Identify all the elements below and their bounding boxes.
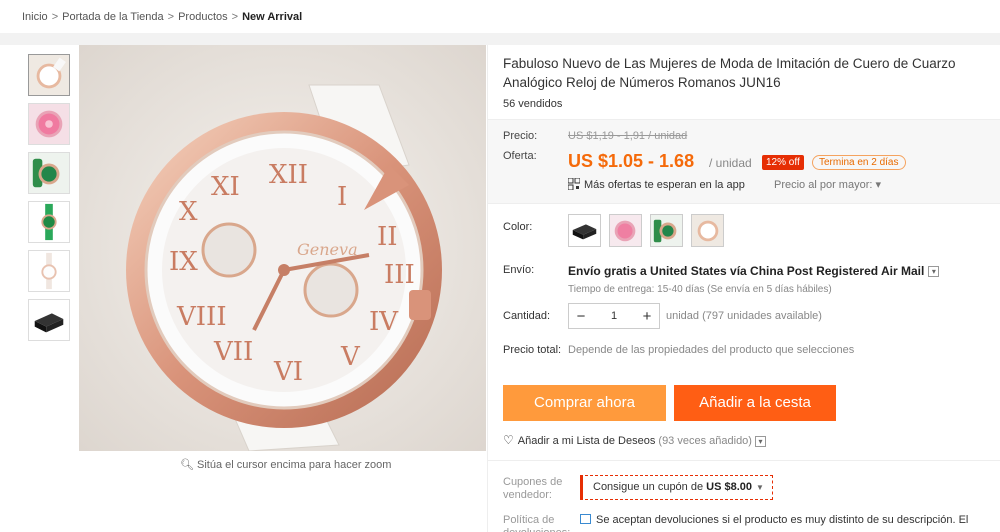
- breadcrumb-link-store[interactable]: Portada de la Tienda: [62, 11, 164, 23]
- quantity-available: unidad (797 unidades available): [666, 310, 822, 322]
- offer-price: US $1.05 - 1.68: [568, 151, 695, 171]
- chevron-down-icon: ▾: [754, 436, 766, 447]
- wishlist-link[interactable]: ♡ Añadir a mi Lista de Deseos (93 veces a…: [503, 433, 766, 447]
- shipping-label: Envío:: [503, 264, 535, 276]
- color-swatch-green[interactable]: [650, 214, 683, 247]
- return-policy-description: Se aceptan devoluciones si el producto e…: [596, 514, 969, 526]
- breadcrumb-separator: >: [51, 11, 59, 23]
- breadcrumb: Inicio > Portada de la Tienda > Productos > Ne…: [22, 11, 302, 23]
- color-swatch-white[interactable]: [691, 214, 724, 247]
- app-offers-text: Más ofertas te esperan en la app: [584, 179, 745, 191]
- svg-text:XII: XII: [269, 160, 308, 190]
- watch-image: Geneva XII I II III IV V VI VII VIII IX …: [79, 45, 486, 451]
- total-price-label: Precio total:: [503, 344, 562, 356]
- top-band: [0, 33, 1000, 45]
- svg-text:V: V: [340, 342, 361, 372]
- return-icon: [580, 514, 591, 524]
- svg-text:VIII: VIII: [176, 302, 227, 332]
- color-label: Color:: [503, 221, 533, 233]
- magnifier-icon: 🔍︎: [180, 459, 194, 471]
- coupon-label: Cupones de vendedor:: [503, 476, 563, 501]
- svg-text:Geneva: Geneva: [297, 240, 358, 259]
- quantity-stepper: − 1 +: [568, 303, 660, 329]
- offer-label: Oferta:: [503, 150, 537, 162]
- zoom-hint: 🔍︎ Sitúa el cursor encima para hacer zoo…: [180, 458, 391, 471]
- color-swatch-pink[interactable]: [609, 214, 642, 247]
- wishlist-text: Añadir a mi Lista de Deseos: [517, 435, 656, 447]
- price-box: Precio: US $1,19 - 1,91 / unidad Oferta:…: [488, 119, 1000, 204]
- add-to-cart-button[interactable]: Añadir a la cesta: [674, 385, 836, 421]
- shipping-method-dropdown[interactable]: Envío gratis a United States vía China P…: [568, 264, 940, 278]
- delivery-time: Tiempo de entrega: 15-40 días (Se envía …: [568, 284, 832, 295]
- heart-icon: ♡: [503, 433, 514, 447]
- price-unit: / unidad: [709, 156, 752, 170]
- product-title: Fabuloso Nuevo de Las Mujeres de Moda de…: [503, 56, 956, 90]
- quantity-increase-button[interactable]: +: [635, 308, 659, 325]
- svg-text:XI: XI: [211, 172, 240, 202]
- app-offers-link[interactable]: Más ofertas te esperan en la app: [568, 178, 745, 191]
- caret-down-icon: ▼: [756, 483, 764, 492]
- caret-down-icon: ▾: [875, 179, 882, 191]
- wholesale-price-dropdown[interactable]: Precio al por mayor: ▾: [774, 178, 881, 191]
- svg-text:VI: VI: [273, 357, 303, 387]
- color-swatch-black-box[interactable]: [568, 214, 601, 247]
- sold-count: 56 vendidos: [503, 98, 563, 110]
- breadcrumb-current: New Arrival: [242, 11, 303, 23]
- total-price-text: Depende de las propiedades del producto …: [568, 344, 855, 356]
- breadcrumb-link-home[interactable]: Inicio: [22, 11, 48, 23]
- coupon-dropdown[interactable]: Consigue un cupón de US $8.00 ▼: [580, 475, 773, 500]
- quantity-label: Cantidad:: [503, 310, 551, 322]
- breadcrumb-separator: >: [167, 11, 175, 23]
- breadcrumb-separator: >: [231, 11, 239, 23]
- product-info: Fabuloso Nuevo de Las Mujeres de Moda de…: [503, 54, 983, 110]
- thumbnail-pink-watch[interactable]: [28, 103, 70, 145]
- svg-text:I: I: [337, 182, 347, 212]
- wishlist-count: (93 veces añadido): [658, 435, 752, 447]
- countdown-badge: Termina en 2 días: [812, 155, 906, 170]
- coupon-text: Consigue un cupón de: [593, 481, 704, 493]
- svg-text:IV: IV: [369, 307, 399, 337]
- original-price: US $1,19 - 1,91 / unidad: [568, 130, 688, 142]
- svg-text:III: III: [384, 260, 415, 290]
- main-product-image[interactable]: Geneva XII I II III IV V VI VII VIII IX …: [79, 45, 486, 451]
- thumbnail-green-strap-watch[interactable]: [28, 201, 70, 243]
- coupon-amount: US $8.00: [706, 481, 753, 493]
- return-policy-label: Política de devoluciones:: [503, 514, 570, 532]
- zoom-hint-text: Sitúa el cursor encima para hacer zoom: [197, 459, 392, 471]
- discount-badge: 12% off: [762, 155, 804, 170]
- svg-text:VII: VII: [213, 337, 253, 367]
- thumbnail-white-watch[interactable]: [28, 54, 70, 96]
- price-label: Precio:: [503, 130, 538, 142]
- horizontal-divider: [488, 460, 1000, 461]
- thumbnail-green-watch[interactable]: [28, 152, 70, 194]
- thumbnail-white-watch-small[interactable]: [28, 250, 70, 292]
- chevron-down-icon: ▾: [928, 266, 940, 277]
- shipping-method-text: Envío gratis a United States vía China P…: [568, 264, 925, 278]
- qr-code-icon: [568, 178, 580, 190]
- breadcrumb-link-products[interactable]: Productos: [178, 11, 228, 23]
- return-policy-text: Se aceptan devoluciones si el producto e…: [580, 514, 980, 526]
- quantity-decrease-button[interactable]: −: [569, 308, 593, 325]
- quantity-input[interactable]: 1: [593, 310, 635, 322]
- svg-text:IX: IX: [169, 247, 198, 277]
- thumbnail-list: [28, 54, 72, 348]
- svg-text:X: X: [179, 197, 198, 227]
- wholesale-text: Precio al por mayor:: [774, 179, 873, 191]
- color-swatches: [568, 214, 724, 247]
- thumbnail-gift-box[interactable]: [28, 299, 70, 341]
- buy-now-button[interactable]: Comprar ahora: [503, 385, 666, 421]
- svg-text:II: II: [377, 222, 398, 252]
